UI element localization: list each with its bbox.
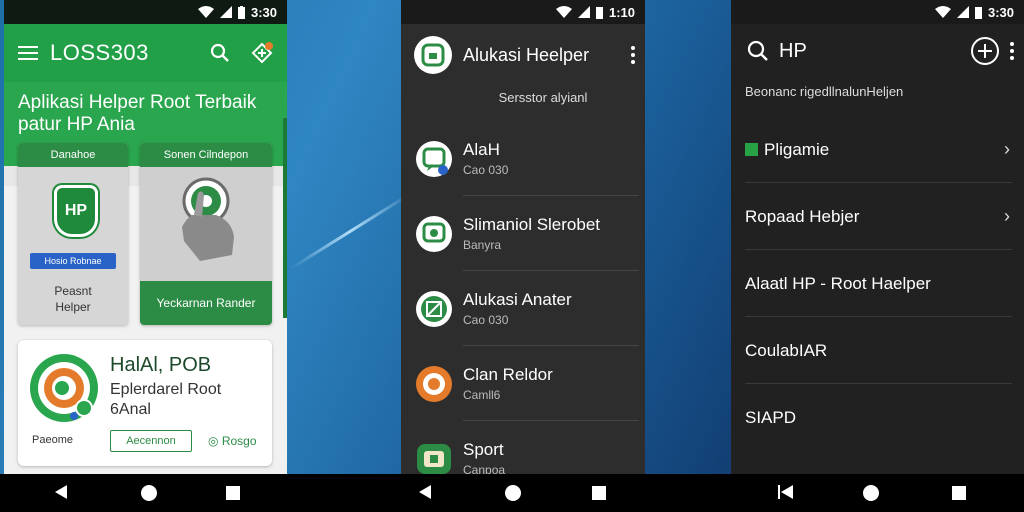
signal-icon <box>577 6 590 18</box>
system-navigation-bar <box>0 474 1024 512</box>
app-title: LOSS303 <box>50 40 149 65</box>
item-title: Alukasi Anater <box>463 290 572 309</box>
back-icon[interactable] <box>778 484 794 500</box>
home-icon[interactable] <box>862 484 880 502</box>
notification-icon[interactable] <box>245 36 279 70</box>
card-bottom-label: Yeckarnan Rander <box>140 281 272 325</box>
home-icon[interactable] <box>504 484 522 502</box>
status-bar: 1:10 <box>401 0 645 24</box>
phone-screen-2: 1:10 Alukasi Heelper Sersstor alyianl Al… <box>401 0 645 474</box>
green-marker-icon <box>745 143 758 156</box>
item-subtitle: Banyra <box>463 238 502 252</box>
screen-subtitle: Sersstor alyianl <box>498 90 588 105</box>
back-icon[interactable] <box>54 484 68 500</box>
item-title: SIAPD <box>745 407 797 427</box>
screen-header: Alukasi Heelper <box>401 24 645 86</box>
blue-badge: Hosio Robnae <box>30 253 116 269</box>
card-header: Sonen Cilndepon <box>140 143 272 167</box>
wifi-icon <box>197 6 214 18</box>
list-item[interactable]: Clan Reldor Camll6 <box>401 346 645 421</box>
app-logo-icon <box>414 36 452 74</box>
list-item[interactable]: Slimaniol Slerobet Banyra <box>401 196 645 271</box>
recents-icon[interactable] <box>592 486 606 500</box>
box-icon <box>417 443 451 474</box>
status-bar: 3:30 <box>731 0 1024 24</box>
chevron-right-icon: › <box>1004 206 1010 226</box>
item-subtitle: Cao 030 <box>463 163 509 177</box>
item-title: Ropaad Hebjer <box>745 206 860 226</box>
screen-subtitle: Beonanc rigedllnalunHeljen <box>745 84 904 99</box>
link-icon: ◎ <box>208 434 219 448</box>
recents-icon[interactable] <box>226 486 240 500</box>
search-icon[interactable] <box>203 36 237 70</box>
settings-item[interactable]: CoulabIAR <box>731 317 1024 384</box>
hand-tap-icon <box>182 177 234 261</box>
app-promo-card[interactable]: HalAl, POB Eplerdarel Root 6Anal Paeome … <box>18 340 272 466</box>
feature-card-hp[interactable]: Danahoe HP Hosio Robnae Peasnt Helper <box>18 143 128 325</box>
home-icon[interactable] <box>140 484 158 502</box>
item-title: Clan Reldor <box>463 365 553 384</box>
item-title: Alaatl HP - Root Haelper <box>745 273 931 293</box>
wifi-icon <box>934 6 951 18</box>
scrollbar[interactable] <box>283 118 287 318</box>
phone-screen-3: 3:30 HP Beonanc rigedllnalunHeljen Pliga… <box>731 0 1024 474</box>
chat-bubble-icon <box>416 215 452 252</box>
list-item[interactable]: AlaH Cao 030 <box>401 121 645 196</box>
settings-item[interactable]: SIAPD <box>731 384 1024 451</box>
app-logo-icon <box>30 354 98 422</box>
item-title: Sport <box>463 440 504 459</box>
list-item[interactable]: Sport Canpoa <box>401 421 645 474</box>
more-options-icon[interactable] <box>1010 42 1014 60</box>
list-item[interactable]: Alukasi Anater Cao 030 <box>401 271 645 346</box>
promo-button[interactable]: Aecennon <box>110 430 192 452</box>
tools-icon <box>416 290 452 327</box>
settings-item[interactable]: Alaatl HP - Root Haelper <box>731 250 1024 317</box>
status-time: 3:30 <box>987 4 1014 20</box>
wifi-icon <box>555 6 572 18</box>
hero-title-line2: patur HP Ania <box>18 114 135 135</box>
promo-footer-left: Paeome <box>32 434 73 446</box>
back-icon[interactable] <box>418 484 432 500</box>
more-options-icon[interactable] <box>631 46 635 64</box>
item-title: Slimaniol Slerobet <box>463 215 601 234</box>
status-time: 1:10 <box>608 4 635 20</box>
card-header: Danahoe <box>18 143 128 167</box>
battery-icon <box>237 5 245 19</box>
signal-icon <box>219 6 232 18</box>
item-subtitle: Camll6 <box>463 388 501 402</box>
item-title: AlaH <box>463 140 500 159</box>
add-icon[interactable] <box>970 36 1000 66</box>
background-light-streak <box>289 193 411 270</box>
orange-ring-icon <box>416 365 452 402</box>
item-subtitle: Canpoa <box>463 463 506 474</box>
feature-card-root[interactable]: Sonen Cilndepon Yeckarnan Rander <box>140 143 272 325</box>
item-title: Pligamie <box>764 139 830 159</box>
chevron-right-icon: › <box>1004 139 1010 159</box>
promo-title: HalAl, POB <box>110 354 212 376</box>
settings-item[interactable]: Ropaad Hebjer › <box>731 183 1024 250</box>
screen-title: Alukasi Heelper <box>463 44 590 65</box>
promo-footer-right[interactable]: ◎ Rosgo <box>208 434 257 448</box>
settings-item[interactable]: Pligamie › <box>731 116 1024 183</box>
hp-shield-icon: HP <box>54 185 98 237</box>
screen-header: HP <box>731 24 1024 78</box>
chat-app-icon <box>416 140 452 177</box>
battery-icon <box>974 6 982 19</box>
signal-icon <box>956 6 969 18</box>
app-bar: LOSS303 <box>4 24 287 82</box>
item-title: CoulabIAR <box>745 340 828 360</box>
screen-title: HP <box>779 39 807 62</box>
battery-icon <box>595 6 603 19</box>
phone-screen-1: 3:30 LOSS303 Aplikasi Helper Root Terbai… <box>4 0 287 474</box>
feature-cards: Danahoe HP Hosio Robnae Peasnt Helper So… <box>18 143 272 325</box>
promo-subtitle: Eplerdarel Root 6Anal <box>110 381 222 418</box>
status-time: 3:30 <box>250 4 277 20</box>
hero-title-line1: Aplikasi Helper Root Terbaik <box>18 92 257 113</box>
card-label: Peasnt Helper <box>54 284 92 314</box>
item-subtitle: Cao 030 <box>463 313 509 327</box>
status-bar: 3:30 <box>4 0 287 24</box>
search-icon[interactable] <box>747 40 769 62</box>
recents-icon[interactable] <box>952 486 966 500</box>
menu-icon[interactable] <box>18 46 38 60</box>
